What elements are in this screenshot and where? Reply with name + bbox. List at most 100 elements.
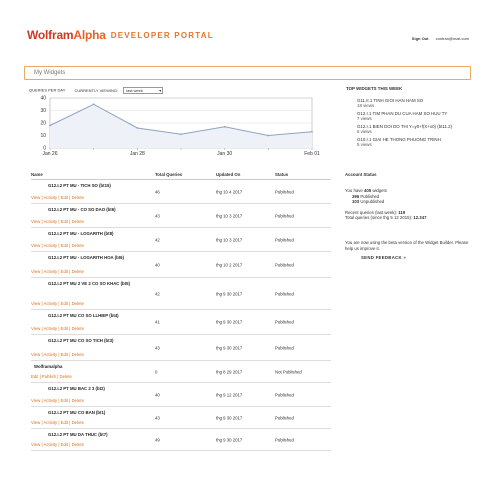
view-link[interactable]: View bbox=[31, 326, 40, 331]
edit-link[interactable]: Edit bbox=[61, 420, 68, 425]
total-label: Total queries (since thg 5 12 2015): bbox=[345, 215, 414, 221]
updated-on: thg 10 2 2017 bbox=[216, 262, 243, 267]
widget-name[interactable]: G12.I.2 PT MU BAC 2 3 (bt2) bbox=[48, 386, 105, 392]
widget-name[interactable]: G12.I.2 PT MU CO SO LLHIEP (bt4) bbox=[48, 313, 158, 319]
col-queries[interactable]: Total Queries bbox=[155, 172, 182, 177]
view-link[interactable]: View bbox=[31, 269, 40, 274]
send-feedback-link[interactable]: SEND FEEDBACK » bbox=[361, 255, 475, 260]
viewing-select[interactable]: last week bbox=[123, 87, 164, 94]
activity-link[interactable]: Activity bbox=[44, 195, 58, 200]
activity-link[interactable]: Activity bbox=[44, 352, 58, 357]
widget-name[interactable]: G12.I.2 PT MU - LOGARITH (bt8) bbox=[48, 231, 113, 237]
edit-link[interactable]: Edit bbox=[61, 352, 68, 357]
top-widget-views: 18 views bbox=[357, 103, 375, 108]
delete-link[interactable]: Delete bbox=[72, 301, 84, 306]
delete-link[interactable]: Delete bbox=[72, 326, 84, 331]
total-queries: 0 bbox=[155, 369, 158, 374]
delete-link[interactable]: Delete bbox=[72, 442, 84, 447]
top-widget-item[interactable]: G11.II.1 TINH GIOI HAN HAM SO 18 views bbox=[357, 98, 474, 108]
edit-link[interactable]: Edit bbox=[61, 269, 68, 274]
edit-link[interactable]: Edit bbox=[31, 374, 38, 379]
delete-link[interactable]: Delete bbox=[60, 374, 72, 379]
wolfram-alpha-logo[interactable]: WolframAlpha DEVELOPER PORTAL bbox=[27, 28, 214, 42]
updated-on: thg 10 3 2017 bbox=[216, 237, 243, 242]
row-actions: View | Activity | Edit | Delete bbox=[31, 352, 84, 357]
user-links: Sign Out contran@mail.com bbox=[406, 36, 469, 41]
widget-name[interactable]: G12.I.2 PT MU CO BAN (bt1) bbox=[48, 410, 105, 416]
activity-link[interactable]: Activity bbox=[44, 269, 58, 274]
row-actions: Edit | Publish | Delete bbox=[31, 374, 72, 379]
y-tick-label: 20 bbox=[40, 121, 46, 127]
top-widget-item[interactable]: G10.I.1 GIAI HE THONG PHUONG TRINH 5 view… bbox=[357, 137, 474, 147]
activity-link[interactable]: Activity bbox=[44, 301, 58, 306]
y-tick-label: 30 bbox=[40, 108, 46, 114]
delete-link[interactable]: Delete bbox=[72, 352, 84, 357]
edit-link[interactable]: Edit bbox=[61, 243, 68, 248]
total-queries: 43 bbox=[155, 345, 160, 350]
edit-link[interactable]: Edit bbox=[61, 301, 68, 306]
activity-link[interactable]: Activity bbox=[44, 219, 58, 224]
widget-name[interactable]: G12.I.2 PT MU - CO SO DAO (bt6) bbox=[48, 207, 158, 213]
delete-link[interactable]: Delete bbox=[72, 195, 84, 200]
publish-link[interactable]: Publish bbox=[42, 374, 56, 379]
recent-value: 119 bbox=[398, 209, 406, 215]
view-link[interactable]: View bbox=[31, 243, 40, 248]
edit-link[interactable]: Edit bbox=[61, 219, 68, 224]
table-row: G12.I.2 PT MU - TICH SO (bt15) View | Act… bbox=[31, 180, 331, 204]
col-name[interactable]: Name bbox=[31, 172, 43, 177]
x-tick-label: Jan 26 bbox=[42, 151, 57, 157]
widget-name[interactable]: Wolframalpha bbox=[34, 364, 62, 370]
table-row: Wolframalpha Edit | Publish | Delete 0 thg … bbox=[31, 361, 331, 383]
view-link[interactable]: View bbox=[31, 442, 40, 447]
view-link[interactable]: View bbox=[31, 195, 40, 200]
data-point bbox=[223, 125, 226, 128]
published-label: Published bbox=[359, 193, 380, 199]
view-link[interactable]: View bbox=[31, 301, 40, 306]
updated-on: thg 9 30 2017 bbox=[216, 437, 243, 442]
activity-link[interactable]: Activity bbox=[44, 326, 58, 331]
edit-link[interactable]: Edit bbox=[61, 326, 68, 331]
edit-link[interactable]: Edit bbox=[61, 442, 68, 447]
widget-name[interactable]: G12.I.2 PT MU 2 VE 2 CO SO KHAC (bt5) bbox=[48, 281, 158, 287]
col-status[interactable]: Status bbox=[275, 172, 288, 177]
view-link[interactable]: View bbox=[31, 219, 40, 224]
widget-name[interactable]: G12.I.2 PT MU - LOGARITH HOA (bt6) bbox=[48, 255, 158, 261]
chart-controls: QUERIES PER DAY CURRENTLY VIEWING: last … bbox=[29, 87, 164, 94]
activity-link[interactable]: Activity bbox=[44, 442, 58, 447]
delete-link[interactable]: Delete bbox=[72, 219, 84, 224]
y-tick-label: 10 bbox=[40, 133, 46, 139]
delete-link[interactable]: Delete bbox=[72, 269, 84, 274]
delete-link[interactable]: Delete bbox=[72, 243, 84, 248]
row-actions: View | Activity | Edit | Delete bbox=[31, 301, 84, 306]
signout-link[interactable]: Sign Out bbox=[412, 36, 429, 41]
view-link[interactable]: View bbox=[31, 352, 40, 357]
edit-link[interactable]: Edit bbox=[61, 195, 68, 200]
total-queries: 46 bbox=[155, 189, 160, 194]
delete-link[interactable]: Delete bbox=[72, 398, 84, 403]
table-row: G12.I.2 PT MU DA THUC (bt7) View | Activi… bbox=[31, 429, 331, 451]
view-link[interactable]: View bbox=[31, 398, 40, 403]
top-widget-views: 5 views bbox=[357, 142, 372, 147]
delete-link[interactable]: Delete bbox=[72, 420, 84, 425]
widget-name[interactable]: G12.I.2 PT MU CO SO TICH (bt3) bbox=[48, 338, 113, 344]
my-widgets-title: My Widgets bbox=[34, 70, 66, 76]
total-queries: 40 bbox=[155, 392, 160, 397]
top-widget-item[interactable]: G12.I.1 BIEN DOI DO THI Y=y0+f(X+x0) (bt… bbox=[357, 124, 474, 134]
col-updated[interactable]: Updated On bbox=[216, 172, 240, 177]
top-widget-views: 6 views bbox=[357, 129, 372, 134]
row-actions: View | Activity | Edit | Delete bbox=[31, 326, 84, 331]
top-widget-item[interactable]: G12.I.1 TIM PHAN DU CUA HAM SO HUU TY 7 v… bbox=[357, 111, 474, 121]
widget-name[interactable]: G12.I.2 PT MU DA THUC (bt7) bbox=[48, 432, 108, 438]
top-widgets-panel: TOP WIDGETS THIS WEEK G11.II.1 TINH GIOI… bbox=[346, 86, 474, 150]
widgets-suffix: widgets bbox=[371, 188, 387, 194]
widget-name[interactable]: G12.I.2 PT MU - TICH SO (bt15) bbox=[48, 183, 111, 189]
edit-link[interactable]: Edit bbox=[61, 398, 68, 403]
activity-link[interactable]: Activity bbox=[44, 243, 58, 248]
status-value: Published bbox=[275, 345, 294, 350]
activity-link[interactable]: Activity bbox=[44, 420, 58, 425]
view-link[interactable]: View bbox=[31, 420, 40, 425]
unpublished-line: 103 Unpublished bbox=[352, 199, 475, 204]
activity-link[interactable]: Activity bbox=[44, 398, 58, 403]
row-actions: View | Activity | Edit | Delete bbox=[31, 195, 84, 200]
recent-label: Recent queries (last week): bbox=[345, 209, 399, 215]
